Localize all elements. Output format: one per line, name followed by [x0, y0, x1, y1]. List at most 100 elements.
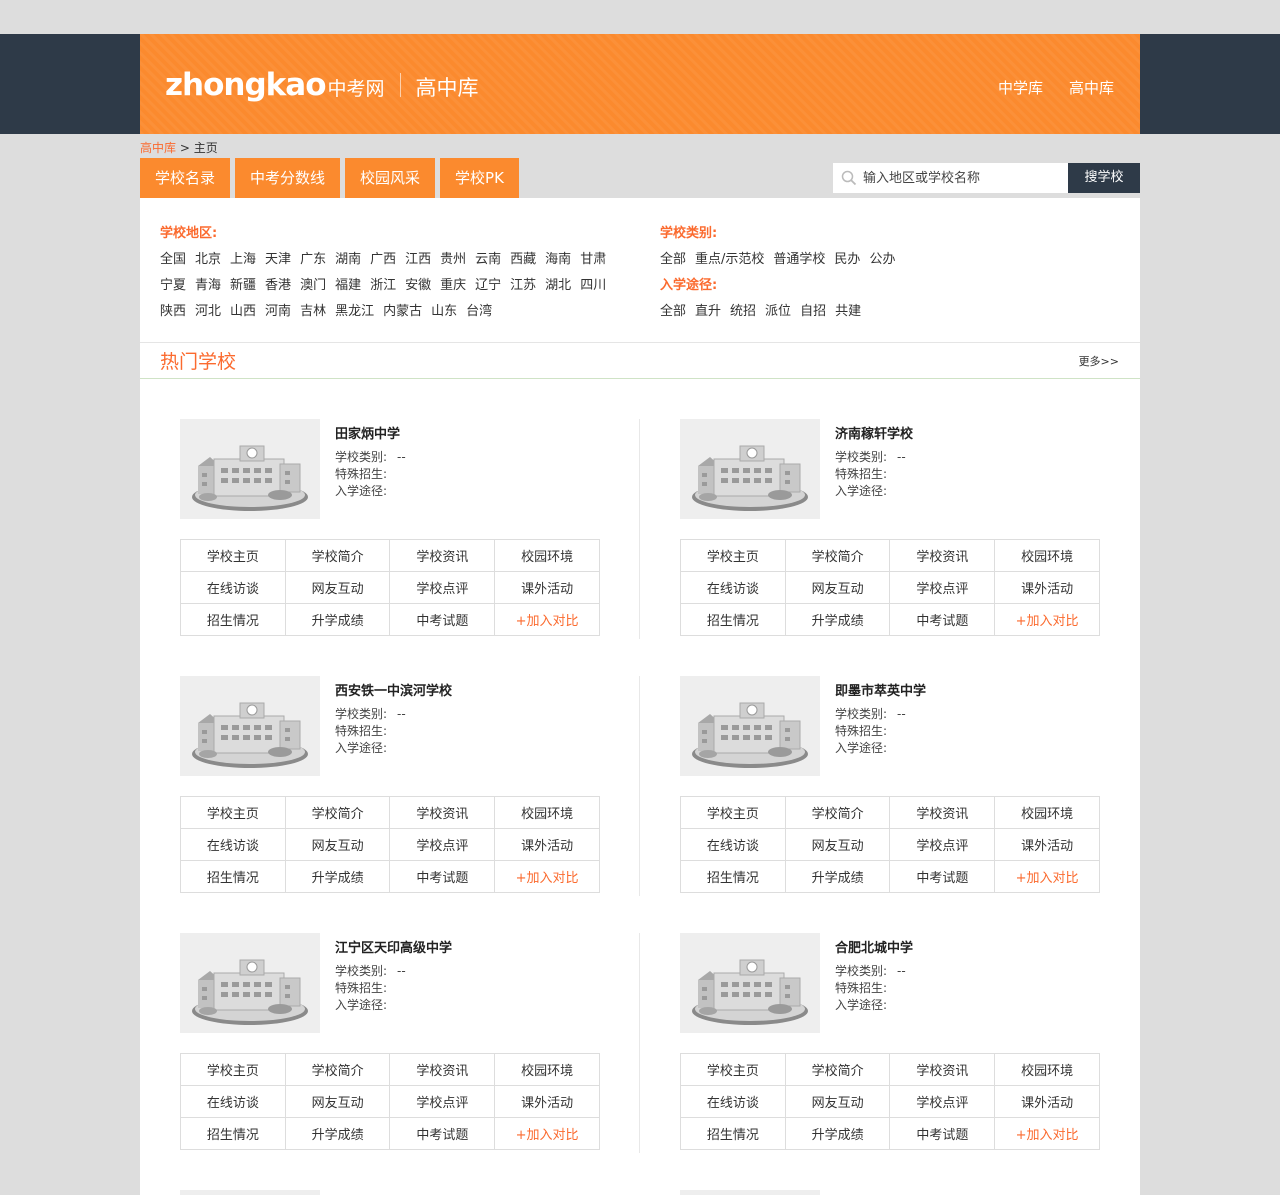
- enrollment-link[interactable]: 招生情况: [680, 1117, 786, 1150]
- search-button[interactable]: 搜学校: [1068, 163, 1140, 193]
- path-option[interactable]: 自招: [800, 300, 826, 326]
- graduation-results-link[interactable]: 升学成绩: [784, 1117, 891, 1150]
- region-option[interactable]: 香港: [265, 274, 291, 300]
- graduation-results-link[interactable]: 升学成绩: [784, 860, 891, 893]
- school-image[interactable]: [180, 933, 320, 1033]
- tab-campus[interactable]: 校园风采: [345, 158, 436, 198]
- region-option[interactable]: 黑龙江: [335, 300, 374, 326]
- online-interview-link[interactable]: 在线访谈: [680, 1085, 786, 1118]
- add-compare-link[interactable]: +加入对比: [994, 603, 1100, 636]
- campus-env-link[interactable]: 校园环境: [494, 1053, 600, 1086]
- school-home-link[interactable]: 学校主页: [680, 539, 786, 572]
- path-option[interactable]: 共建: [835, 300, 861, 326]
- region-option[interactable]: 海南: [545, 248, 571, 274]
- school-review-link[interactable]: 学校点评: [389, 1085, 496, 1118]
- school-image[interactable]: [680, 419, 820, 519]
- exam-papers-link[interactable]: 中考试题: [389, 860, 496, 893]
- online-interview-link[interactable]: 在线访谈: [680, 828, 786, 861]
- region-option[interactable]: 重庆: [440, 274, 466, 300]
- online-interview-link[interactable]: 在线访谈: [180, 571, 286, 604]
- school-news-link[interactable]: 学校资讯: [389, 796, 496, 829]
- add-compare-link[interactable]: +加入对比: [494, 1117, 600, 1150]
- region-option[interactable]: 浙江: [370, 274, 396, 300]
- region-option[interactable]: 安徽: [405, 274, 431, 300]
- region-option[interactable]: 广西: [370, 248, 396, 274]
- region-option[interactable]: 江苏: [510, 274, 536, 300]
- online-interview-link[interactable]: 在线访谈: [180, 1085, 286, 1118]
- school-review-link[interactable]: 学校点评: [389, 828, 496, 861]
- path-option[interactable]: 直升: [695, 300, 721, 326]
- region-option[interactable]: 内蒙古: [383, 300, 422, 326]
- campus-env-link[interactable]: 校园环境: [494, 539, 600, 572]
- region-option[interactable]: 山东: [431, 300, 457, 326]
- add-compare-link[interactable]: +加入对比: [494, 603, 600, 636]
- campus-env-link[interactable]: 校园环境: [494, 796, 600, 829]
- enrollment-link[interactable]: 招生情况: [680, 603, 786, 636]
- region-option[interactable]: 福建: [335, 274, 361, 300]
- extracurricular-link[interactable]: 课外活动: [994, 828, 1100, 861]
- region-option[interactable]: 陕西: [160, 300, 186, 326]
- region-option[interactable]: 湖南: [335, 248, 361, 274]
- online-interview-link[interactable]: 在线访谈: [180, 828, 286, 861]
- type-option[interactable]: 公办: [869, 248, 895, 274]
- school-home-link[interactable]: 学校主页: [180, 1053, 286, 1086]
- type-option[interactable]: 普通学校: [773, 248, 825, 274]
- campus-env-link[interactable]: 校园环境: [994, 1053, 1100, 1086]
- school-name[interactable]: 济南稼轩学校: [835, 423, 913, 442]
- user-interaction-link[interactable]: 网友互动: [784, 1085, 891, 1118]
- region-option[interactable]: 北京: [195, 248, 221, 274]
- user-interaction-link[interactable]: 网友互动: [284, 571, 391, 604]
- graduation-results-link[interactable]: 升学成绩: [284, 860, 391, 893]
- exam-papers-link[interactable]: 中考试题: [889, 860, 996, 893]
- more-link[interactable]: 更多>>: [1079, 353, 1119, 369]
- school-home-link[interactable]: 学校主页: [680, 1053, 786, 1086]
- region-option[interactable]: 山西: [230, 300, 256, 326]
- school-news-link[interactable]: 学校资讯: [889, 796, 996, 829]
- add-compare-link[interactable]: +加入对比: [994, 1117, 1100, 1150]
- enrollment-link[interactable]: 招生情况: [180, 1117, 286, 1150]
- region-option[interactable]: 河北: [195, 300, 221, 326]
- enrollment-link[interactable]: 招生情况: [180, 860, 286, 893]
- region-option[interactable]: 江西: [405, 248, 431, 274]
- enrollment-link[interactable]: 招生情况: [680, 860, 786, 893]
- school-intro-link[interactable]: 学校简介: [284, 1053, 391, 1086]
- school-intro-link[interactable]: 学校简介: [784, 796, 891, 829]
- region-option[interactable]: 天津: [265, 248, 291, 274]
- region-option[interactable]: 河南: [265, 300, 291, 326]
- school-image[interactable]: [680, 676, 820, 776]
- school-name[interactable]: 西安铁一中滨河学校: [335, 680, 452, 699]
- region-option[interactable]: 甘肃: [580, 248, 606, 274]
- exam-papers-link[interactable]: 中考试题: [889, 603, 996, 636]
- school-review-link[interactable]: 学校点评: [389, 571, 496, 604]
- school-news-link[interactable]: 学校资讯: [889, 539, 996, 572]
- add-compare-link[interactable]: +加入对比: [994, 860, 1100, 893]
- exam-papers-link[interactable]: 中考试题: [389, 1117, 496, 1150]
- tab-school-list[interactable]: 学校名录: [140, 158, 231, 198]
- nav-middle-school[interactable]: 中学库: [998, 77, 1043, 98]
- region-option[interactable]: 宁夏: [160, 274, 186, 300]
- online-interview-link[interactable]: 在线访谈: [680, 571, 786, 604]
- breadcrumb-home[interactable]: 高中库: [140, 141, 176, 155]
- school-review-link[interactable]: 学校点评: [889, 828, 996, 861]
- region-option[interactable]: 青海: [195, 274, 221, 300]
- school-review-link[interactable]: 学校点评: [889, 571, 996, 604]
- exam-papers-link[interactable]: 中考试题: [389, 603, 496, 636]
- region-option[interactable]: 四川: [580, 274, 606, 300]
- school-home-link[interactable]: 学校主页: [180, 539, 286, 572]
- school-image[interactable]: [680, 933, 820, 1033]
- school-home-link[interactable]: 学校主页: [180, 796, 286, 829]
- user-interaction-link[interactable]: 网友互动: [784, 828, 891, 861]
- extracurricular-link[interactable]: 课外活动: [994, 571, 1100, 604]
- graduation-results-link[interactable]: 升学成绩: [284, 603, 391, 636]
- path-option[interactable]: 统招: [730, 300, 756, 326]
- user-interaction-link[interactable]: 网友互动: [284, 828, 391, 861]
- search-input[interactable]: [863, 163, 1068, 193]
- region-option[interactable]: 全国: [160, 248, 186, 274]
- region-option[interactable]: 吉林: [300, 300, 326, 326]
- region-option[interactable]: 新疆: [230, 274, 256, 300]
- school-news-link[interactable]: 学校资讯: [389, 1053, 496, 1086]
- school-image[interactable]: [180, 676, 320, 776]
- path-option[interactable]: 全部: [660, 300, 686, 326]
- add-compare-link[interactable]: +加入对比: [494, 860, 600, 893]
- school-home-link[interactable]: 学校主页: [680, 796, 786, 829]
